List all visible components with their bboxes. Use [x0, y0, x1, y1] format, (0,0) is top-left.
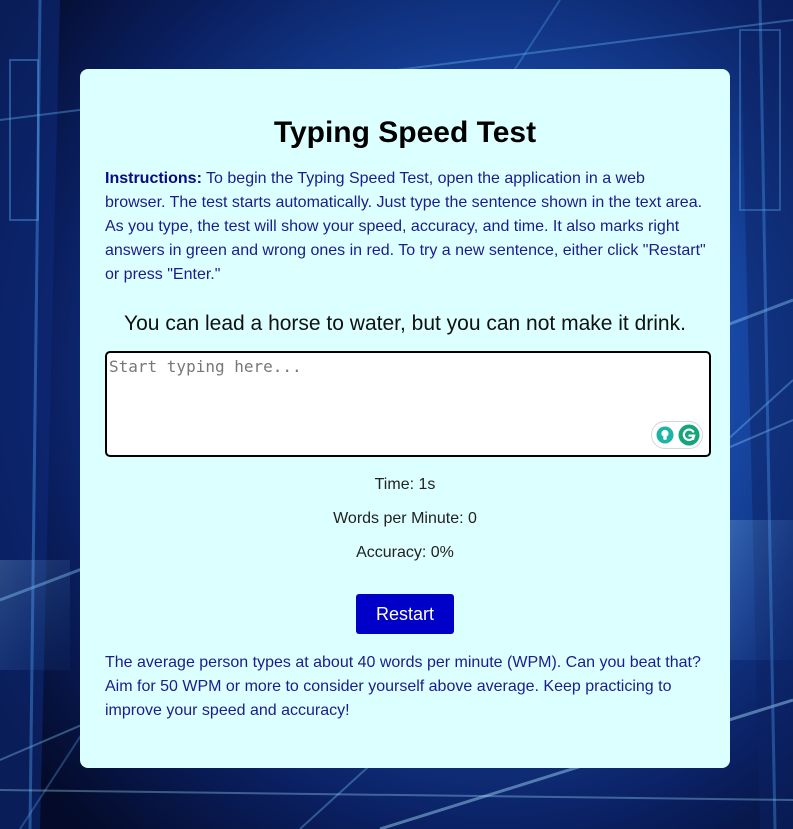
grammarly-widget[interactable]: [651, 421, 703, 449]
accuracy-stat: Accuracy: 0%: [356, 544, 454, 561]
instructions-text: Instructions: To begin the Typing Speed …: [105, 167, 707, 287]
typing-test-card: Typing Speed Test Instructions: To begin…: [80, 69, 730, 768]
wpm-stat: Words per Minute: 0: [333, 510, 477, 527]
page-title: Typing Speed Test: [273, 116, 537, 149]
instructions-label: Instructions:: [105, 170, 202, 187]
grammarly-icon[interactable]: [678, 424, 700, 446]
time-stat: Time: 1s: [374, 476, 436, 493]
typing-input[interactable]: [107, 353, 709, 455]
restart-button[interactable]: Restart: [356, 594, 454, 634]
typing-area[interactable]: [105, 351, 711, 457]
wpm-info-text: The average person types at about 40 wor…: [105, 654, 701, 719]
lightbulb-icon[interactable]: [656, 426, 674, 444]
target-sentence: You can lead a horse to water, but you c…: [124, 312, 686, 335]
